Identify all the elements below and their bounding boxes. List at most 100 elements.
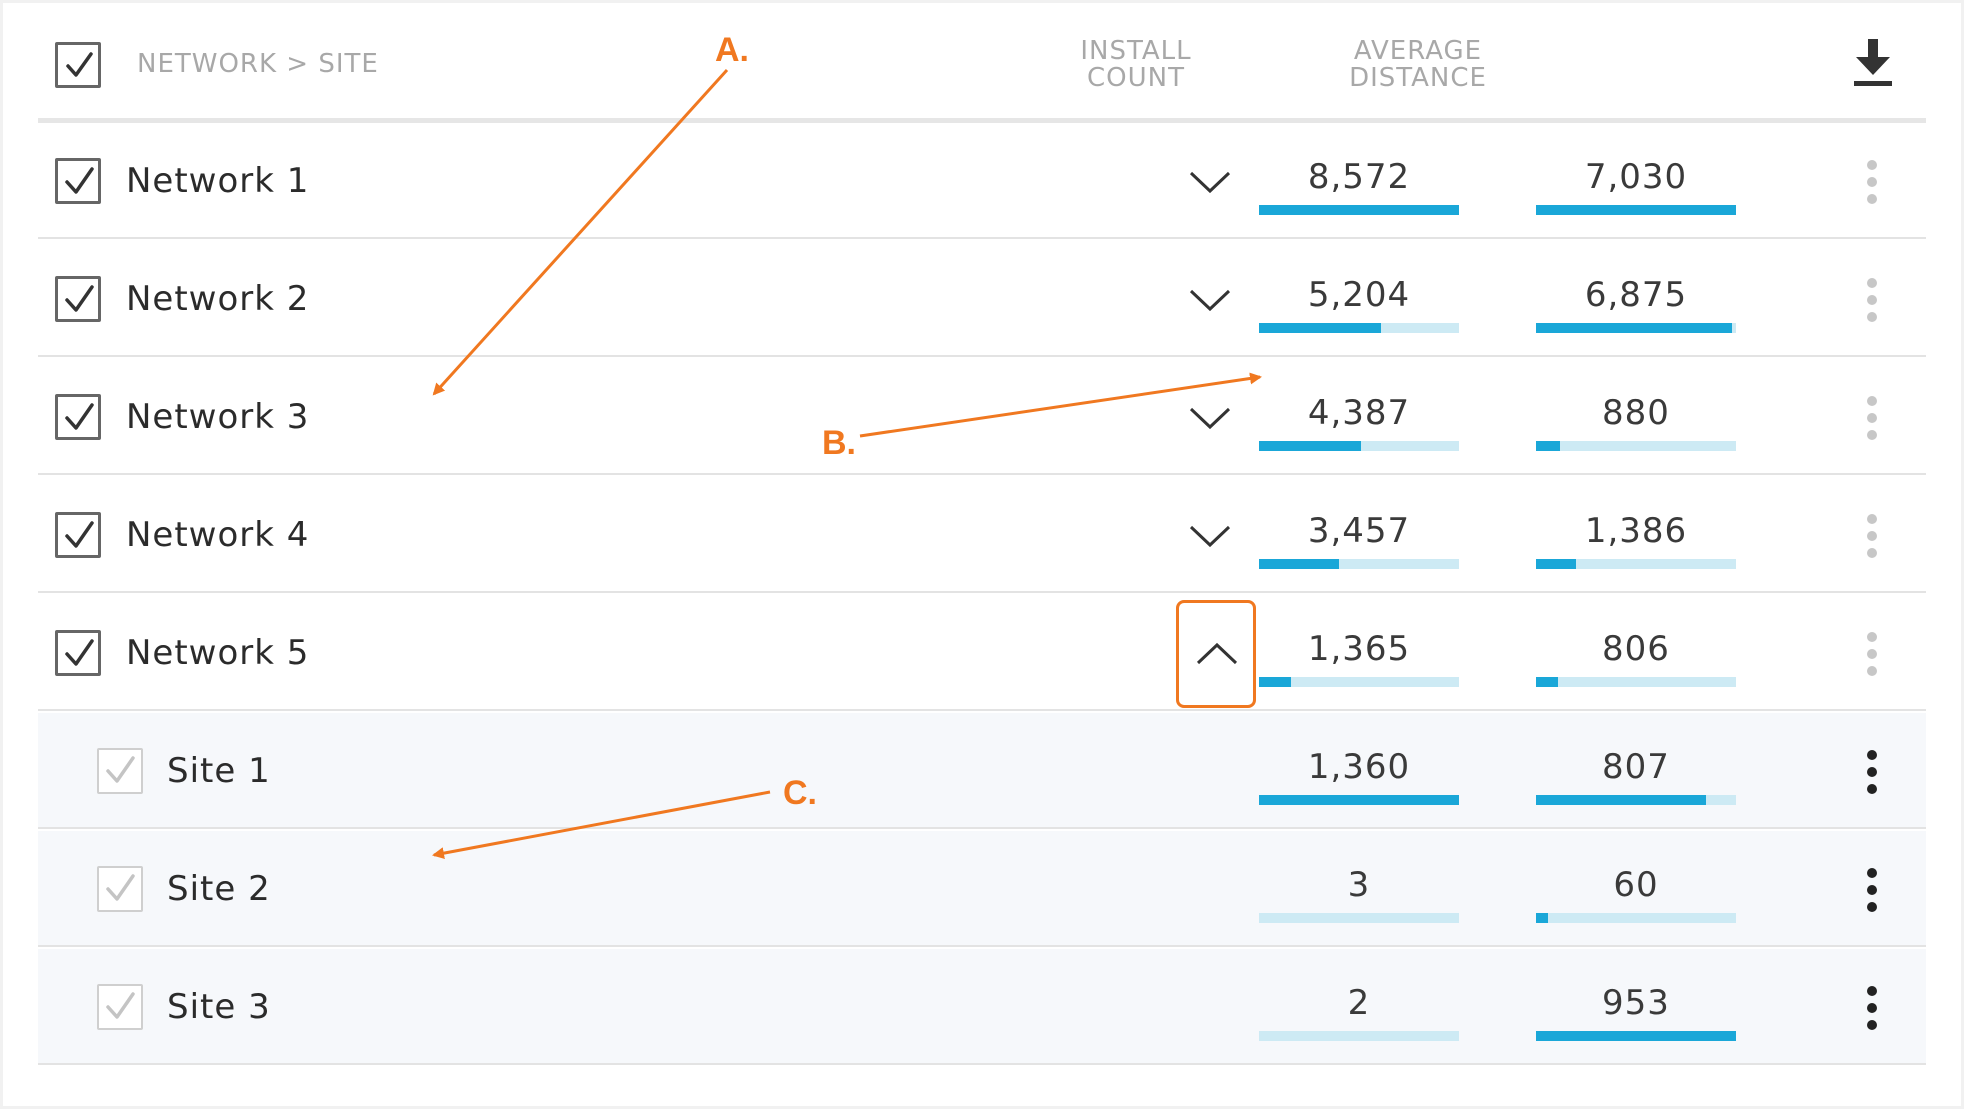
install-count-bar-fill bbox=[1259, 559, 1339, 569]
install-count-bar bbox=[1259, 677, 1459, 687]
kebab-menu-icon[interactable] bbox=[1865, 396, 1879, 442]
check-icon bbox=[65, 521, 94, 548]
average-distance-value: 807 bbox=[1602, 747, 1670, 787]
check-icon bbox=[106, 756, 135, 783]
average-distance-bar-fill bbox=[1536, 1031, 1736, 1041]
kebab-menu-icon[interactable] bbox=[1865, 986, 1879, 1032]
install-count-bar bbox=[1259, 205, 1459, 215]
column-header-average-distance[interactable]: AVERAGE DISTANCE bbox=[1318, 38, 1518, 92]
column-header-install-count[interactable]: INSTALL COUNT bbox=[1036, 38, 1236, 92]
chevron-down-icon[interactable] bbox=[1183, 161, 1237, 201]
kebab-menu-icon[interactable] bbox=[1865, 278, 1879, 324]
select-all-checkbox[interactable] bbox=[55, 42, 101, 88]
row-divider bbox=[38, 827, 1926, 829]
install-count-bar bbox=[1259, 1031, 1459, 1041]
average-distance-bar bbox=[1536, 205, 1736, 215]
network-checkbox[interactable] bbox=[55, 512, 101, 558]
site-checkbox[interactable] bbox=[97, 984, 143, 1030]
site-row[interactable]: Site 3 2 953 bbox=[38, 949, 1926, 1065]
row-divider bbox=[38, 237, 1926, 239]
site-checkbox[interactable] bbox=[97, 866, 143, 912]
row-divider bbox=[38, 1063, 1926, 1065]
average-distance-bar bbox=[1536, 913, 1736, 923]
check-icon bbox=[65, 167, 94, 194]
table-panel: NETWORK > SITE INSTALL COUNT AVERAGE DIS… bbox=[3, 3, 1961, 1106]
kebab-menu-icon[interactable] bbox=[1865, 750, 1879, 796]
network-row[interactable]: Network 1 8,572 7,030 bbox=[38, 123, 1926, 239]
site-name: Site 1 bbox=[167, 751, 271, 791]
kebab-menu-icon[interactable] bbox=[1865, 632, 1879, 678]
install-count-value: 1,360 bbox=[1307, 747, 1411, 787]
average-distance-bar bbox=[1536, 677, 1736, 687]
site-name: Site 2 bbox=[167, 869, 271, 909]
network-row[interactable]: Network 4 3,457 1,386 bbox=[38, 477, 1926, 593]
check-icon bbox=[66, 52, 93, 77]
average-distance-bar bbox=[1536, 323, 1736, 333]
install-count-value: 3,457 bbox=[1307, 511, 1411, 551]
install-count-bar bbox=[1259, 795, 1459, 805]
chevron-down-icon[interactable] bbox=[1183, 279, 1237, 319]
column-header-network-site[interactable]: NETWORK > SITE bbox=[137, 49, 379, 79]
install-count-value: 5,204 bbox=[1307, 275, 1411, 315]
site-row[interactable]: Site 1 1,360 807 bbox=[38, 713, 1926, 829]
average-distance-line-1: AVERAGE bbox=[1353, 36, 1483, 66]
network-row[interactable]: Network 3 4,387 880 bbox=[38, 359, 1926, 475]
network-name: Network 4 bbox=[126, 515, 310, 555]
annotation-label-b: B. bbox=[822, 424, 856, 462]
network-row[interactable]: Network 5 1,365 806 bbox=[38, 595, 1926, 711]
network-checkbox[interactable] bbox=[55, 276, 101, 322]
network-name: Network 5 bbox=[126, 633, 310, 673]
install-count-bar-fill bbox=[1259, 441, 1361, 451]
average-distance-bar-fill bbox=[1536, 441, 1560, 451]
install-count-bar bbox=[1259, 323, 1459, 333]
check-icon bbox=[65, 403, 94, 430]
install-count-bar-fill bbox=[1259, 323, 1381, 333]
annotation-label-c: C. bbox=[783, 774, 817, 812]
site-row[interactable]: Site 2 3 60 bbox=[38, 831, 1926, 947]
chevron-down-icon[interactable] bbox=[1183, 515, 1237, 555]
network-checkbox[interactable] bbox=[55, 630, 101, 676]
average-distance-bar bbox=[1536, 1031, 1736, 1041]
kebab-menu-icon[interactable] bbox=[1865, 514, 1879, 560]
average-distance-value: 880 bbox=[1602, 393, 1670, 433]
install-count-bar bbox=[1259, 913, 1459, 923]
install-count-line-1: INSTALL bbox=[1080, 36, 1192, 66]
install-count-bar-fill bbox=[1259, 205, 1459, 215]
average-distance-bar-fill bbox=[1536, 677, 1558, 687]
chevron-up-icon[interactable] bbox=[1190, 633, 1244, 673]
average-distance-value: 806 bbox=[1602, 629, 1670, 669]
average-distance-value: 6,875 bbox=[1584, 275, 1688, 315]
kebab-menu-icon[interactable] bbox=[1865, 160, 1879, 206]
install-count-bar bbox=[1259, 441, 1459, 451]
row-divider bbox=[38, 355, 1926, 357]
install-count-bar bbox=[1259, 559, 1459, 569]
kebab-menu-icon[interactable] bbox=[1865, 868, 1879, 914]
average-distance-bar-fill bbox=[1536, 913, 1548, 923]
row-divider bbox=[38, 709, 1926, 711]
average-distance-line-2: DISTANCE bbox=[1349, 63, 1487, 93]
average-distance-bar-fill bbox=[1536, 559, 1576, 569]
install-count-bar-fill bbox=[1259, 795, 1459, 805]
row-divider bbox=[38, 945, 1926, 947]
network-checkbox[interactable] bbox=[55, 394, 101, 440]
average-distance-bar-fill bbox=[1536, 795, 1706, 805]
check-icon bbox=[65, 285, 94, 312]
annotation-label-a: A. bbox=[715, 31, 749, 69]
download-icon[interactable] bbox=[1850, 37, 1896, 89]
network-name: Network 3 bbox=[126, 397, 310, 437]
network-row[interactable]: Network 2 5,204 6,875 bbox=[38, 241, 1926, 357]
average-distance-bar-fill bbox=[1536, 323, 1732, 333]
install-count-line-2: COUNT bbox=[1087, 63, 1185, 93]
install-count-value: 2 bbox=[1347, 983, 1371, 1023]
network-checkbox[interactable] bbox=[55, 158, 101, 204]
average-distance-value: 953 bbox=[1602, 983, 1670, 1023]
chevron-down-icon[interactable] bbox=[1183, 397, 1237, 437]
check-icon bbox=[106, 992, 135, 1019]
average-distance-value: 7,030 bbox=[1584, 157, 1688, 197]
average-distance-value: 1,386 bbox=[1584, 511, 1688, 551]
site-checkbox[interactable] bbox=[97, 748, 143, 794]
row-divider bbox=[38, 591, 1926, 593]
average-distance-bar bbox=[1536, 441, 1736, 451]
average-distance-value: 60 bbox=[1613, 865, 1659, 905]
check-icon bbox=[65, 639, 94, 666]
